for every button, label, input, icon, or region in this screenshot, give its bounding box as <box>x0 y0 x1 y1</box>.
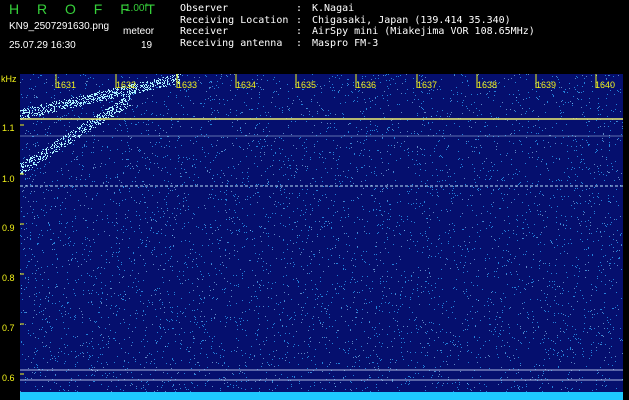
y-tick-0-6: 0.6 <box>2 373 15 383</box>
x-tick-1637: 1637 <box>417 80 438 90</box>
x-tick-1638: 1638 <box>477 80 498 90</box>
x-tick-1635: 1635 <box>296 80 317 90</box>
y-tick-0-9: 0.9 <box>2 223 15 233</box>
info-row-location: Receiving Location: Chigasaki, Japan (139… <box>180 14 511 26</box>
header-panel: H R O F F T 1.00f KN9_2507291630.png 25.… <box>0 0 629 74</box>
info-row-antenna: Receiving antenna: Maspro FM-3 <box>180 37 379 49</box>
x-tick-1631: 1631 <box>56 80 77 90</box>
y-tick-0-7: 0.7 <box>2 323 15 333</box>
x-tick-1632: 1632 <box>116 80 137 90</box>
version-label: 1.00f <box>125 3 148 14</box>
y-tick-1-1: 1.1 <box>2 123 15 133</box>
x-tick-1640: 1640 <box>595 80 616 90</box>
spectrogram-canvas <box>20 74 623 400</box>
y-axis-unit: kHz <box>1 74 17 84</box>
mode-label: meteor <box>123 26 155 37</box>
timestamp: 25.07.29 16:30 <box>9 40 76 51</box>
spectrogram <box>20 74 623 400</box>
x-tick-1639: 1639 <box>536 80 557 90</box>
y-tick-0-8: 0.8 <box>2 273 15 283</box>
x-tick-1634: 1634 <box>236 80 257 90</box>
info-row-receiver: Receiver: AirSpy mini (Miakejima VOR 108.… <box>180 26 535 37</box>
bottom-band <box>20 392 623 400</box>
info-row-observer: Observer: K.Nagai <box>180 3 355 14</box>
x-tick-1633: 1633 <box>177 80 198 90</box>
file-name: KN9_2507291630.png <box>9 21 110 32</box>
meteor-count: 19 <box>141 40 153 51</box>
x-tick-1636: 1636 <box>356 80 377 90</box>
station-info: Observer: K.Nagai Receiving Location: Chig… <box>180 3 535 49</box>
y-tick-1-0: 1.0 <box>2 174 15 184</box>
